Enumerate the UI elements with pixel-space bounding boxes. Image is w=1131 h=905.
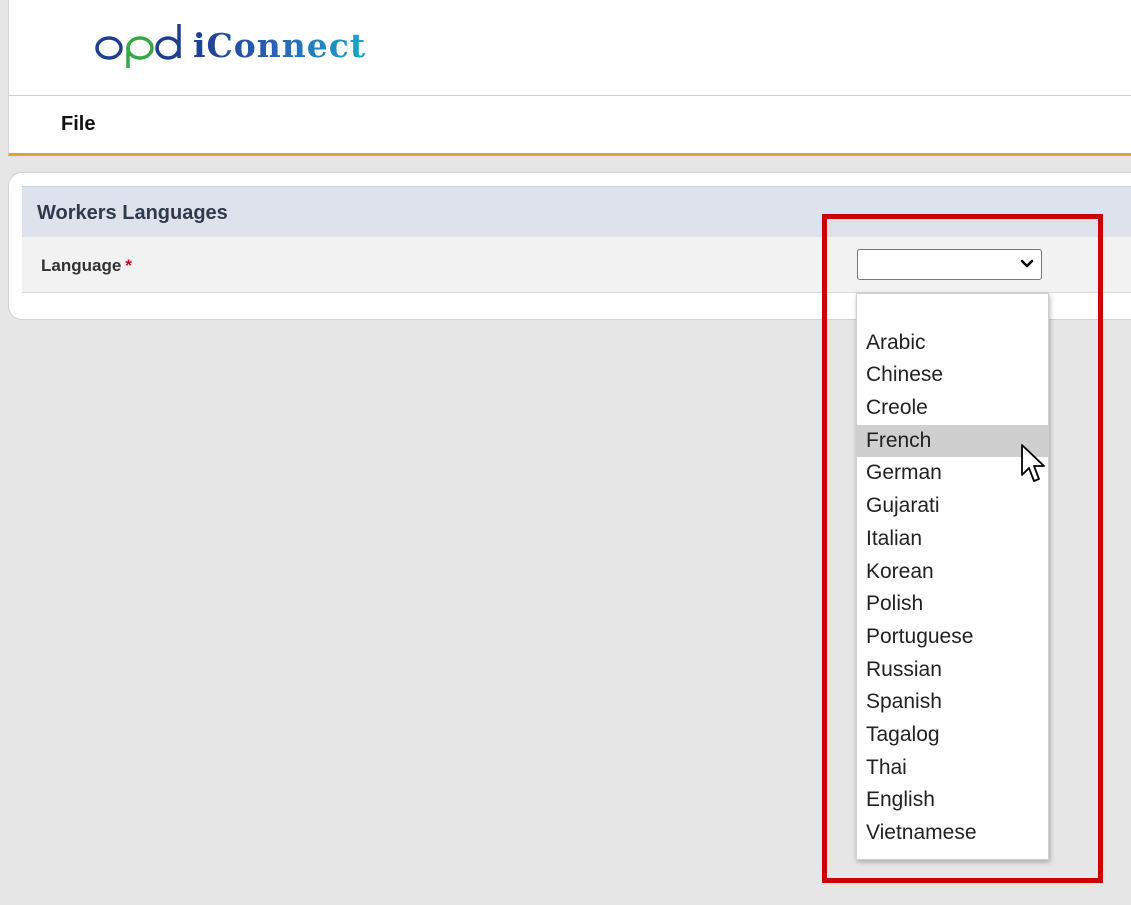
chevron-down-icon [1020, 259, 1034, 268]
language-select[interactable] [857, 249, 1042, 280]
language-option-russian[interactable]: Russian [857, 654, 1048, 687]
language-label: Language * [41, 256, 132, 276]
language-option-spanish[interactable]: Spanish [857, 686, 1048, 719]
language-option-portuguese[interactable]: Portuguese [857, 621, 1048, 654]
required-marker: * [125, 256, 132, 275]
menu-bar: File [8, 96, 1131, 156]
app-header: iConnect [8, 0, 1131, 96]
language-option-tagalog[interactable]: Tagalog [857, 719, 1048, 752]
language-label-text: Language [41, 256, 122, 275]
section-title: Workers Languages [37, 202, 228, 224]
language-option-blank[interactable] [857, 294, 1048, 327]
language-option-korean[interactable]: Korean [857, 556, 1048, 589]
language-option-thai[interactable]: Thai [857, 752, 1048, 785]
language-option-creole[interactable]: Creole [857, 392, 1048, 425]
section-header: Workers Languages [22, 186, 1131, 238]
language-option-english[interactable]: English [857, 784, 1048, 817]
file-menu[interactable]: File [61, 113, 95, 136]
apd-logo-mark [95, 24, 181, 68]
mouse-pointer-icon [1021, 444, 1045, 482]
language-option-gujarati[interactable]: Gujarati [857, 490, 1048, 523]
language-dropdown-list: Arabic Chinese Creole French German Guja… [856, 293, 1049, 860]
language-option-italian[interactable]: Italian [857, 523, 1048, 556]
logo-wordmark: iConnect [193, 26, 367, 65]
language-option-vietnamese[interactable]: Vietnamese [857, 817, 1048, 850]
language-option-chinese[interactable]: Chinese [857, 359, 1048, 392]
language-option-arabic[interactable]: Arabic [857, 327, 1048, 360]
language-option-polish[interactable]: Polish [857, 588, 1048, 621]
